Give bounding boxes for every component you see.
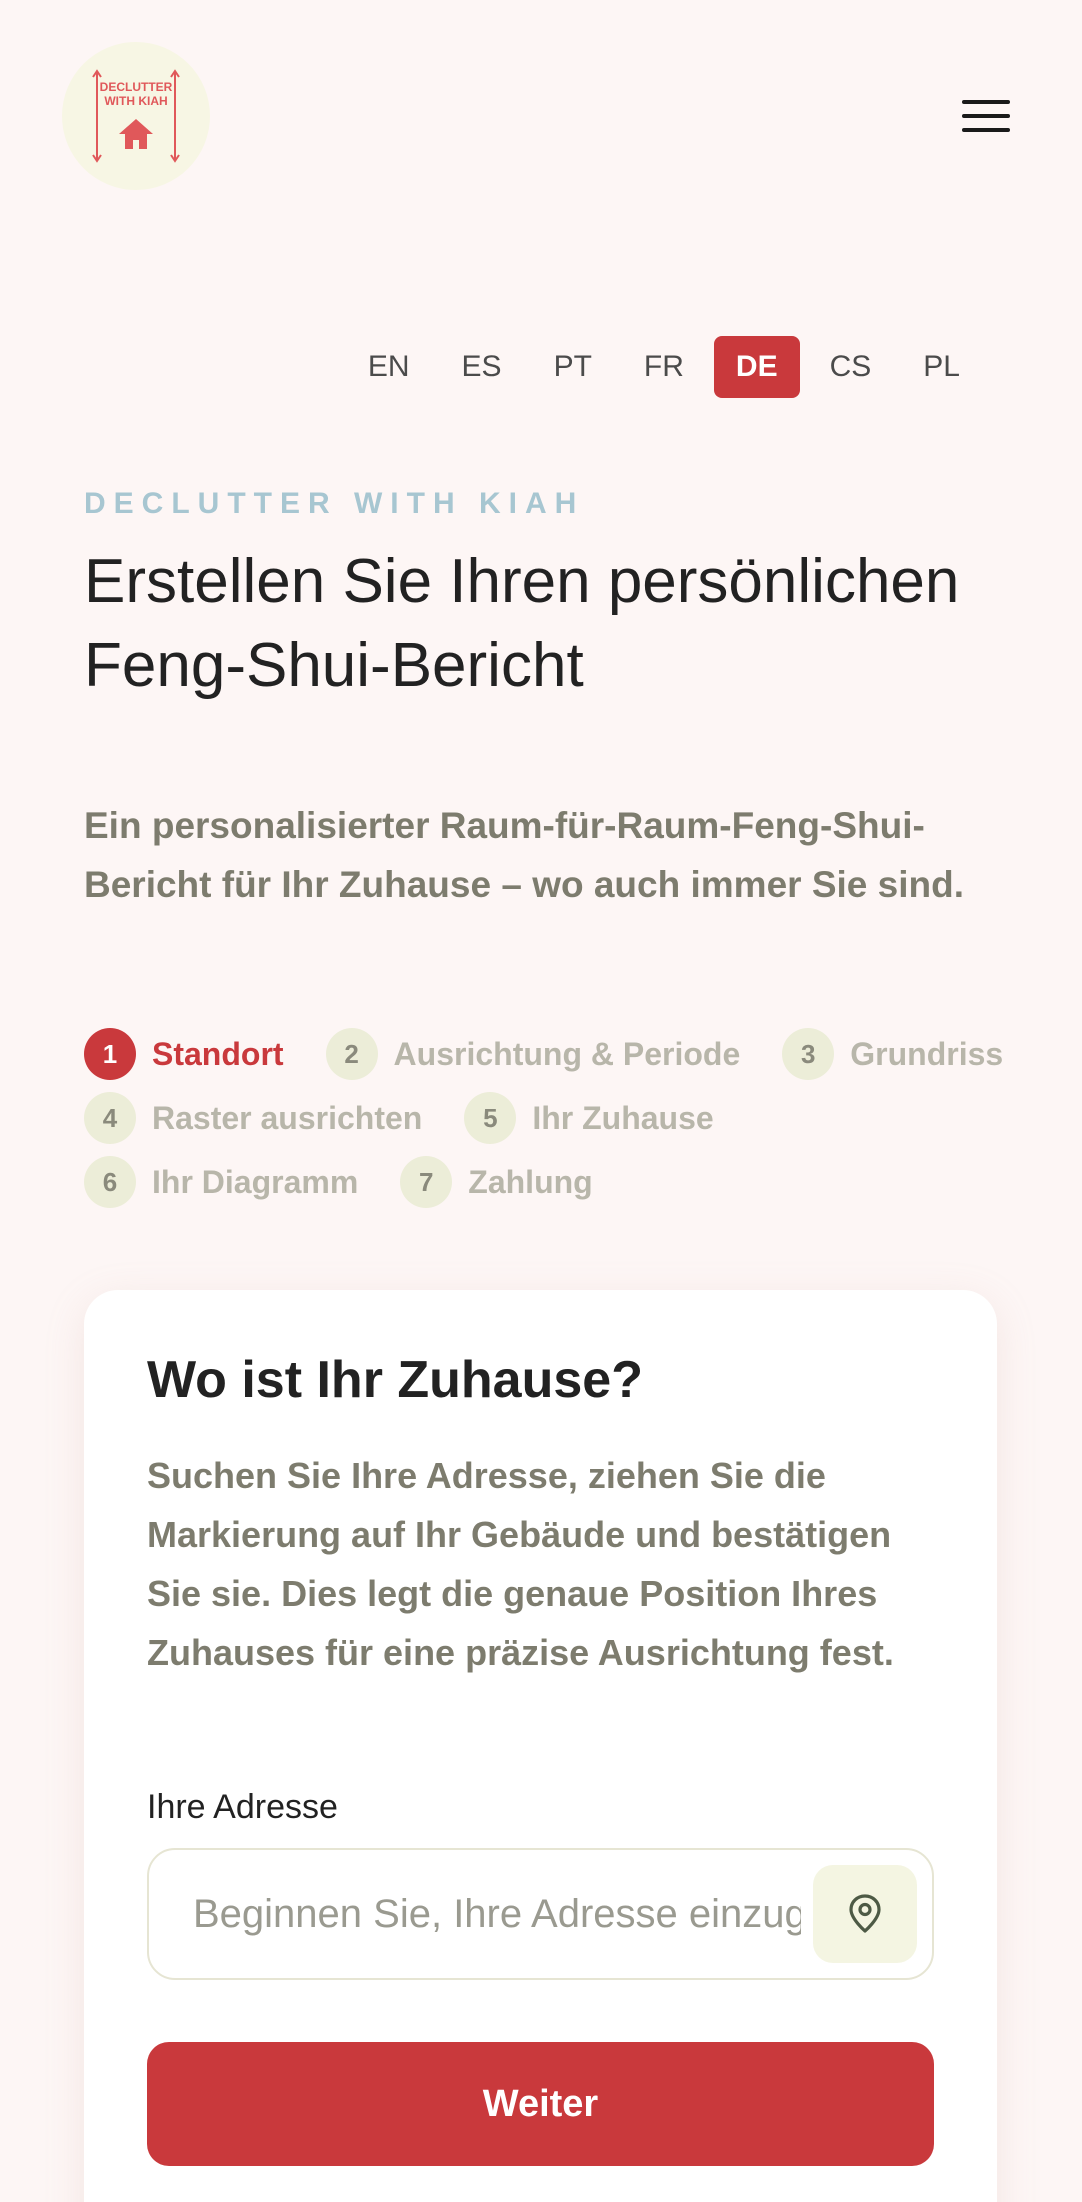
lang-en[interactable]: EN	[346, 336, 432, 398]
step-number: 4	[84, 1092, 136, 1144]
step-floor-plan[interactable]: 3 Grundriss	[782, 1028, 1003, 1080]
step-number: 5	[464, 1092, 517, 1144]
step-label: Ihr Diagramm	[152, 1163, 359, 1200]
logo-text: DECLUTTER WITH KIAH	[99, 80, 173, 108]
step-number: 2	[325, 1028, 378, 1080]
logo[interactable]: DECLUTTER WITH KIAH	[62, 42, 210, 190]
address-field	[147, 1848, 934, 1980]
step-label: Ihr Zuhause	[532, 1099, 714, 1136]
card-title: Wo ist Ihr Zuhause?	[147, 1351, 643, 1409]
step-your-chart[interactable]: 6 Ihr Diagramm	[84, 1156, 358, 1208]
step-label: Ausrichtung & Periode	[393, 1035, 741, 1072]
step-location[interactable]: 1 Standort	[84, 1028, 284, 1080]
logo-emblem	[92, 69, 180, 163]
step-label: Raster ausrichten	[152, 1099, 423, 1136]
step-label: Zahlung	[468, 1163, 593, 1200]
page-subtitle: Ein personalisierter Raum-für-Raum-Feng-…	[84, 805, 964, 905]
lang-fr[interactable]: FR	[622, 336, 706, 398]
step-number: 6	[84, 1156, 136, 1208]
step-label: Standort	[152, 1035, 284, 1072]
page: DECLUTTER WITH KIAH EN ES PT FR DE CS PL…	[0, 0, 1082, 2202]
menu-button[interactable]	[950, 88, 1022, 144]
address-label: Ihre Adresse	[147, 1788, 338, 1826]
step-indicator: 1 Standort 2 Ausrichtung & Periode 3 Gru…	[84, 1028, 1024, 1208]
step-number: 3	[782, 1028, 835, 1080]
card-description: Suchen Sie Ihre Adresse, ziehen Sie die …	[147, 1455, 894, 1673]
location-card: Wo ist Ihr Zuhause? Suchen Sie Ihre Adre…	[84, 1290, 997, 2202]
lang-pt[interactable]: PT	[532, 336, 614, 398]
address-input[interactable]	[149, 1850, 813, 1978]
menu-icon-bar-middle	[962, 114, 1010, 118]
step-your-home[interactable]: 5 Ihr Zuhause	[464, 1092, 714, 1144]
step-orientation-period[interactable]: 2 Ausrichtung & Periode	[325, 1028, 741, 1080]
next-button[interactable]: Weiter	[147, 2042, 934, 2166]
lang-de[interactable]: DE	[713, 336, 800, 398]
locate-button[interactable]	[813, 1865, 917, 1963]
menu-icon-bar-top	[962, 100, 1010, 104]
step-number: 7	[400, 1156, 453, 1208]
language-switcher: EN ES PT FR DE CS PL	[346, 336, 982, 398]
lang-cs[interactable]: CS	[808, 336, 894, 398]
map-pin-icon	[849, 1894, 881, 1933]
lang-es[interactable]: ES	[440, 336, 524, 398]
lang-pl[interactable]: PL	[901, 336, 982, 398]
step-payment[interactable]: 7 Zahlung	[400, 1156, 593, 1208]
eyebrow-brand: DECLUTTER WITH KIAH	[84, 487, 585, 520]
step-number: 1	[84, 1028, 136, 1080]
step-label: Grundriss	[850, 1035, 1004, 1072]
step-align-grid[interactable]: 4 Raster ausrichten	[84, 1092, 422, 1144]
menu-icon-bar-bottom	[962, 128, 1010, 132]
page-title: Erstellen Sie Ihren persönlichen Feng-Sh…	[84, 547, 960, 700]
